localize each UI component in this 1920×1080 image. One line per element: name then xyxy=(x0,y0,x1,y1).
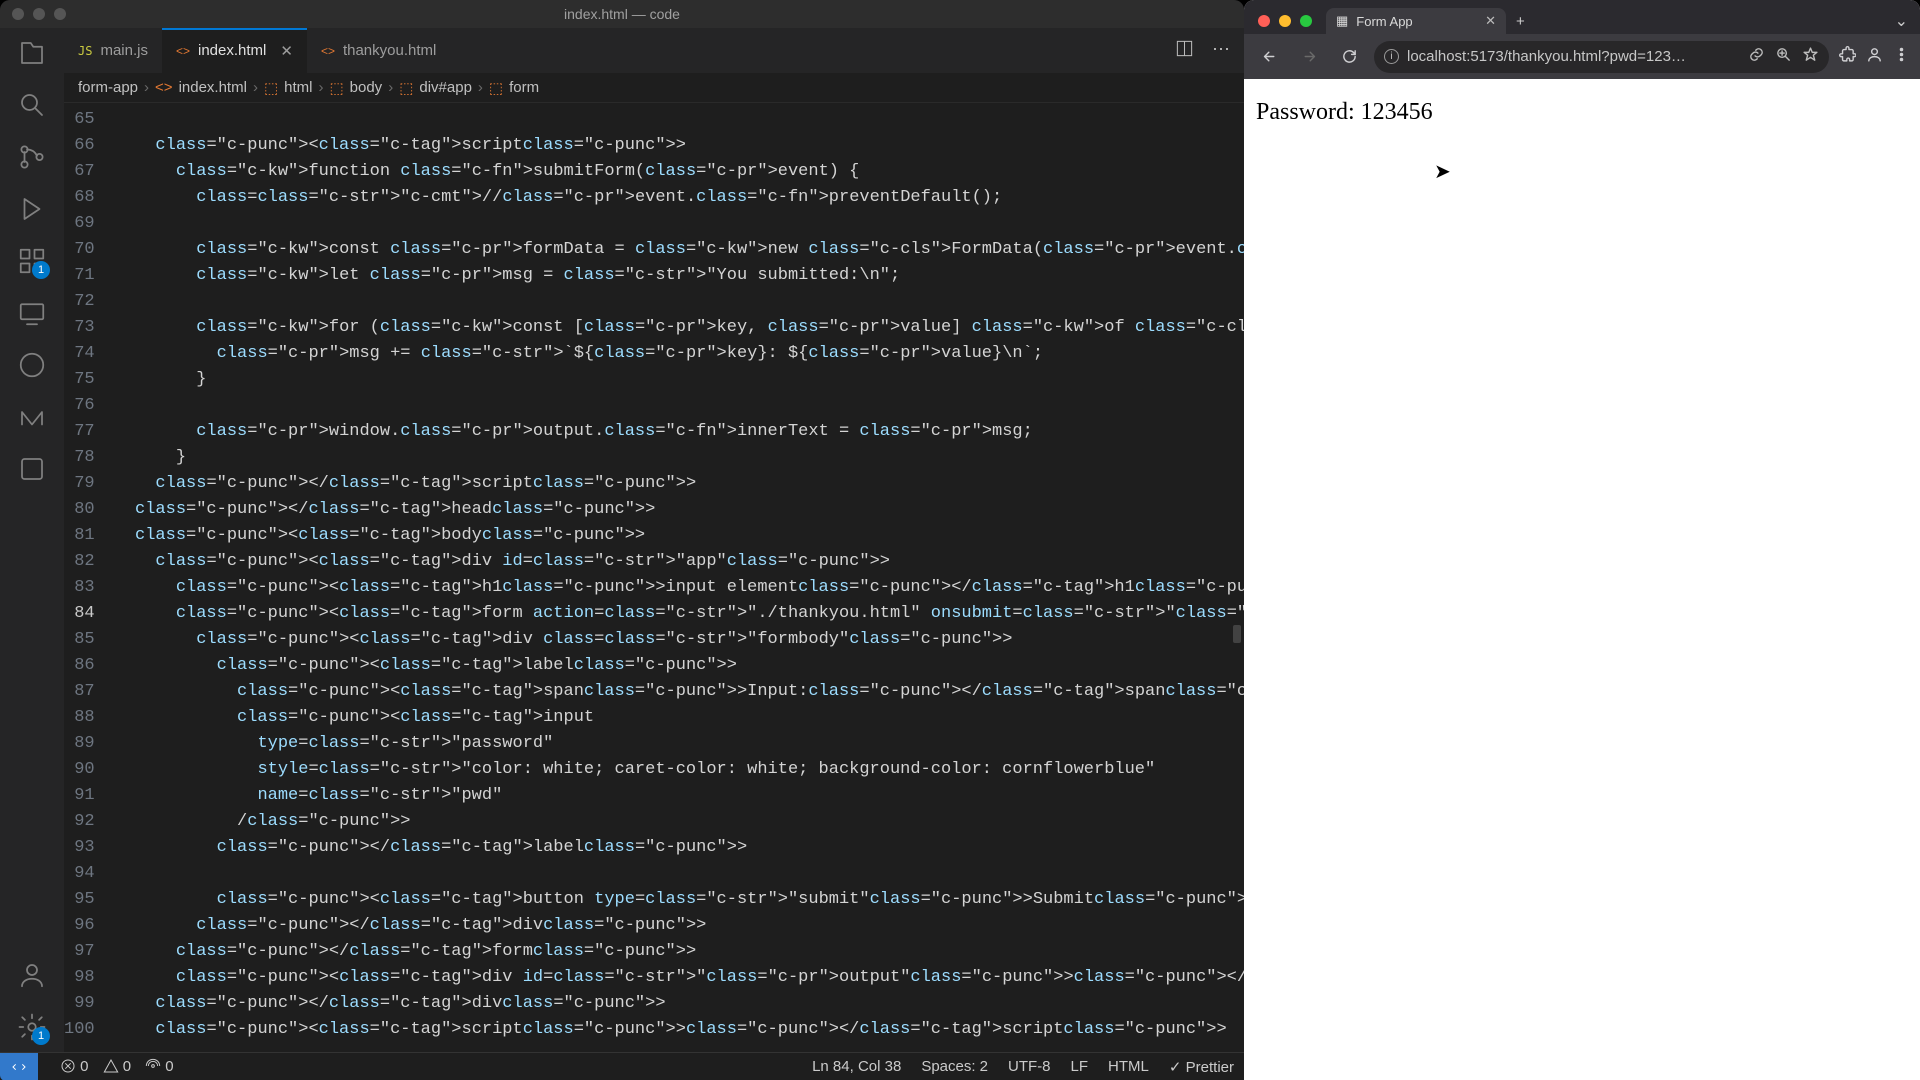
expand-icon[interactable]: ⌄ xyxy=(1895,11,1920,31)
account-icon[interactable] xyxy=(17,960,47,990)
search-icon[interactable] xyxy=(17,90,47,120)
site-info-icon[interactable]: i xyxy=(1384,49,1399,64)
tab-title: Form App xyxy=(1356,14,1412,29)
status-warnings[interactable]: 0 xyxy=(103,1058,132,1075)
back-button[interactable] xyxy=(1254,42,1284,72)
traffic-max[interactable] xyxy=(1300,15,1312,27)
tab-thankyou-html[interactable]: <>thankyou.html xyxy=(307,28,450,73)
extensions-badge: 1 xyxy=(32,261,50,279)
status-eol[interactable]: LF xyxy=(1071,1058,1089,1075)
link-icon[interactable] xyxy=(1748,46,1765,67)
more-icon[interactable]: ⋯ xyxy=(1212,39,1230,63)
app-icon-3[interactable] xyxy=(17,454,47,484)
status-problems[interactable]: 0 xyxy=(60,1058,89,1075)
page-text: Password: 123456 xyxy=(1256,99,1908,126)
browser-viewport: Password: 123456 ➤ xyxy=(1244,79,1920,1080)
browser-toolbar: i localhost:5173/thankyou.html?pwd=123… xyxy=(1244,34,1920,79)
extensions-icon[interactable]: 1 xyxy=(17,246,47,276)
traffic-max[interactable] xyxy=(54,8,66,20)
traffic-min[interactable] xyxy=(33,8,45,20)
tab-favicon: ▦ xyxy=(1336,13,1348,29)
editor-tabs: JSmain.js <>index.html✕ <>thankyou.html … xyxy=(64,28,1244,73)
new-tab-button[interactable]: + xyxy=(1506,13,1535,30)
code-editor[interactable]: 6566676869707172737475767778798081828384… xyxy=(64,103,1244,1052)
reload-button[interactable] xyxy=(1334,42,1364,72)
tab-label: index.html xyxy=(198,42,266,59)
tab-label: thankyou.html xyxy=(343,42,436,59)
split-editor-icon[interactable] xyxy=(1175,39,1194,63)
address-bar[interactable]: i localhost:5173/thankyou.html?pwd=123… xyxy=(1374,41,1829,73)
remote-icon[interactable] xyxy=(17,298,47,328)
tab-label: main.js xyxy=(100,42,148,59)
app-icon-2[interactable] xyxy=(17,402,47,432)
window-title: index.html — code xyxy=(0,6,1244,22)
status-encoding[interactable]: UTF-8 xyxy=(1008,1058,1051,1075)
breadcrumbs[interactable]: form-app› <>index.html› ⬚html› ⬚body› ⬚d… xyxy=(64,73,1244,103)
bookmark-icon[interactable] xyxy=(1802,46,1819,67)
remote-button[interactable] xyxy=(0,1053,38,1080)
status-bar: 0 0 0 Ln 84, Col 38 Spaces: 2 UTF-8 LF H… xyxy=(0,1052,1244,1080)
traffic-close[interactable] xyxy=(1258,15,1270,27)
app-icon-1[interactable] xyxy=(17,350,47,380)
tab-index-html[interactable]: <>index.html✕ xyxy=(162,28,307,73)
explorer-icon[interactable] xyxy=(17,38,47,68)
tab-main-js[interactable]: JSmain.js xyxy=(64,28,162,73)
activity-bar: 1 1 xyxy=(0,28,64,1052)
extensions-icon[interactable] xyxy=(1839,46,1856,68)
cursor-icon: ➤ xyxy=(1434,159,1451,184)
settings-badge: 1 xyxy=(32,1027,50,1045)
chrome-window: ▦ Form App ✕ + ⌄ i localhost:5173/thanky… xyxy=(1244,0,1920,1080)
status-formatter[interactable]: ✓ Prettier xyxy=(1169,1058,1234,1076)
status-spaces[interactable]: Spaces: 2 xyxy=(921,1058,988,1075)
zoom-icon[interactable] xyxy=(1775,46,1792,67)
scm-icon[interactable] xyxy=(17,142,47,172)
settings-icon[interactable]: 1 xyxy=(17,1012,47,1042)
browser-tab[interactable]: ▦ Form App ✕ xyxy=(1326,8,1506,34)
menu-icon[interactable] xyxy=(1893,46,1910,68)
profile-icon[interactable] xyxy=(1866,46,1883,68)
status-language[interactable]: HTML xyxy=(1108,1058,1149,1075)
vscode-window: index.html — code 1 1 JSmain.js < xyxy=(0,0,1244,1080)
url-text: localhost:5173/thankyou.html?pwd=123… xyxy=(1407,48,1740,65)
minimap-scroll[interactable] xyxy=(1233,625,1241,643)
status-ports[interactable]: 0 xyxy=(145,1058,174,1075)
traffic-close[interactable] xyxy=(12,8,24,20)
vscode-titlebar: index.html — code xyxy=(0,0,1244,28)
close-icon[interactable]: ✕ xyxy=(1485,13,1496,29)
status-position[interactable]: Ln 84, Col 38 xyxy=(812,1058,901,1075)
close-icon[interactable]: ✕ xyxy=(280,42,293,60)
traffic-min[interactable] xyxy=(1279,15,1291,27)
debug-icon[interactable] xyxy=(17,194,47,224)
forward-button[interactable] xyxy=(1294,42,1324,72)
